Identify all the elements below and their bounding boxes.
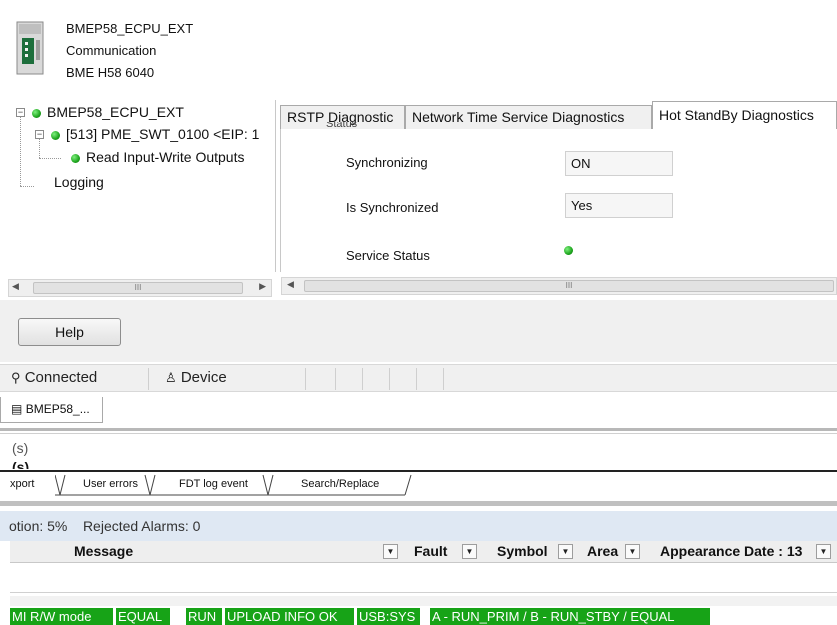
filter-dropdown-icon[interactable]: ▼: [816, 544, 831, 559]
tab-hot-standby-diagnostics[interactable]: Hot StandBy Diagnostics: [652, 101, 837, 130]
scroll-left-icon[interactable]: ◀: [12, 281, 19, 292]
tree-item-label: [513] PME_SWT_0100 <EIP: 1: [66, 126, 260, 142]
tree-item-switch[interactable]: [513] PME_SWT_0100 <EIP: 1: [51, 126, 259, 142]
synchronizing-value: ON: [565, 151, 673, 176]
tab-search-replace[interactable]: Search/Replace: [301, 475, 379, 495]
plug-icon: ⚲: [11, 370, 21, 385]
synchronizing-label: Synchronizing: [346, 155, 428, 170]
section-label-status: Status: [326, 122, 358, 129]
help-button[interactable]: Help: [18, 318, 121, 346]
status-chip-run: RUN: [186, 608, 222, 625]
divider: [0, 470, 837, 472]
status-ok-icon: [32, 108, 41, 118]
tab-user-errors[interactable]: User errors: [83, 475, 138, 495]
status-chip-upload-info: UPLOAD INFO OK: [225, 608, 354, 625]
tree-item-read-input[interactable]: Read Input-Write Outputs: [71, 149, 244, 165]
tab-export[interactable]: xport: [10, 475, 34, 495]
hot-standby-panel: Status Synchronizing ON Is Synchronized …: [280, 122, 837, 272]
status-chip-rw-mode: MI R/W mode: [10, 608, 113, 625]
tree-item-label: Logging: [54, 174, 104, 190]
device-tree[interactable]: − BMEP58_ECPU_EXT − [513] PME_SWT_0100 <…: [0, 100, 276, 272]
is-synchronized-label: Is Synchronized: [346, 200, 439, 215]
connection-statusbar: ⚲ Connected ♙ Device: [0, 364, 837, 392]
status-chip-redundancy: A - RUN_PRIM / B - RUN_STBY / EQUAL: [430, 608, 710, 625]
filter-dropdown-icon[interactable]: ▼: [462, 544, 477, 559]
is-synchronized-value: Yes: [565, 193, 673, 218]
rejected-alarms: Rejected Alarms: 0: [82, 518, 201, 534]
collapse-icon[interactable]: −: [35, 130, 44, 139]
column-message[interactable]: Message: [74, 543, 133, 559]
column-symbol[interactable]: Symbol: [497, 543, 548, 559]
device-label: Device: [180, 369, 227, 386]
panel-horizontal-scrollbar[interactable]: ◀ III: [281, 277, 837, 295]
tree-item-logging[interactable]: Logging: [54, 174, 104, 190]
filter-dropdown-icon[interactable]: ▼: [558, 544, 573, 559]
scroll-left-icon[interactable]: ◀: [287, 279, 294, 290]
filter-dropdown-icon[interactable]: ▼: [383, 544, 398, 559]
connected-status: ⚲ Connected: [11, 369, 97, 386]
grid-footer: [10, 596, 837, 606]
tab-fdt-log-event[interactable]: FDT log event: [179, 475, 248, 495]
divider: [0, 433, 837, 434]
divider: [0, 501, 837, 506]
button-strip: [0, 300, 837, 362]
filter-dropdown-icon[interactable]: ▼: [625, 544, 640, 559]
alarm-grid-header: Message ▼ Fault ▼ Symbol ▼ Area ▼ Appear…: [10, 541, 837, 563]
divider: [0, 428, 837, 431]
output-line-1: (s): [12, 440, 29, 456]
column-fault[interactable]: Fault: [414, 543, 447, 559]
column-appearance-date[interactable]: Appearance Date : 13: [660, 543, 802, 559]
plc-device-icon: [16, 21, 44, 75]
column-area[interactable]: Area: [587, 543, 618, 559]
scrollbar-thumb[interactable]: III: [33, 282, 243, 294]
status-chip-usb: USB:SYS: [357, 608, 420, 625]
tree-item-root[interactable]: BMEP58_ECPU_EXT: [32, 104, 184, 120]
device-name: BMEP58_ECPU_EXT: [66, 21, 194, 36]
device-info: BMEP58_ECPU_EXT Communication BME H58 60…: [66, 18, 193, 84]
document-tab[interactable]: ▤ BMEP58_...: [0, 397, 103, 423]
service-status-label: Service Status: [346, 248, 430, 263]
device-status: ♙ Device: [165, 369, 227, 386]
alarm-grid-body[interactable]: [10, 563, 837, 593]
collapse-icon[interactable]: −: [16, 108, 25, 117]
alarms-usage: otion: 5%: [9, 518, 68, 534]
scrollbar-thumb[interactable]: III: [304, 280, 834, 292]
output-line-2: (s): [12, 459, 30, 469]
tree-item-label: BMEP58_ECPU_EXT: [47, 104, 184, 120]
status-ok-icon: [51, 130, 60, 140]
device-category: Communication: [66, 43, 157, 58]
scroll-right-icon[interactable]: ▶: [259, 281, 266, 292]
device-model: BME H58 6040: [66, 65, 155, 80]
service-status-ok-icon: [564, 246, 573, 255]
alarms-summary: otion: 5% Rejected Alarms: 0: [0, 511, 837, 541]
tab-network-time-service[interactable]: Network Time Service Diagnostics: [405, 105, 652, 129]
diagnostic-tabbar: RSTP Diagnostic Network Time Service Dia…: [280, 101, 837, 130]
document-tab-label: BMEP58_...: [25, 402, 90, 416]
user-icon: ♙: [165, 370, 177, 385]
connected-label: Connected: [24, 369, 98, 386]
status-ok-icon: [71, 153, 80, 163]
status-chip-equal: EQUAL: [116, 608, 170, 625]
tab-separators: [55, 474, 412, 496]
document-icon: ▤: [11, 402, 23, 416]
tree-horizontal-scrollbar[interactable]: ◀ III ▶: [8, 279, 272, 297]
tree-item-label: Read Input-Write Outputs: [86, 149, 245, 165]
